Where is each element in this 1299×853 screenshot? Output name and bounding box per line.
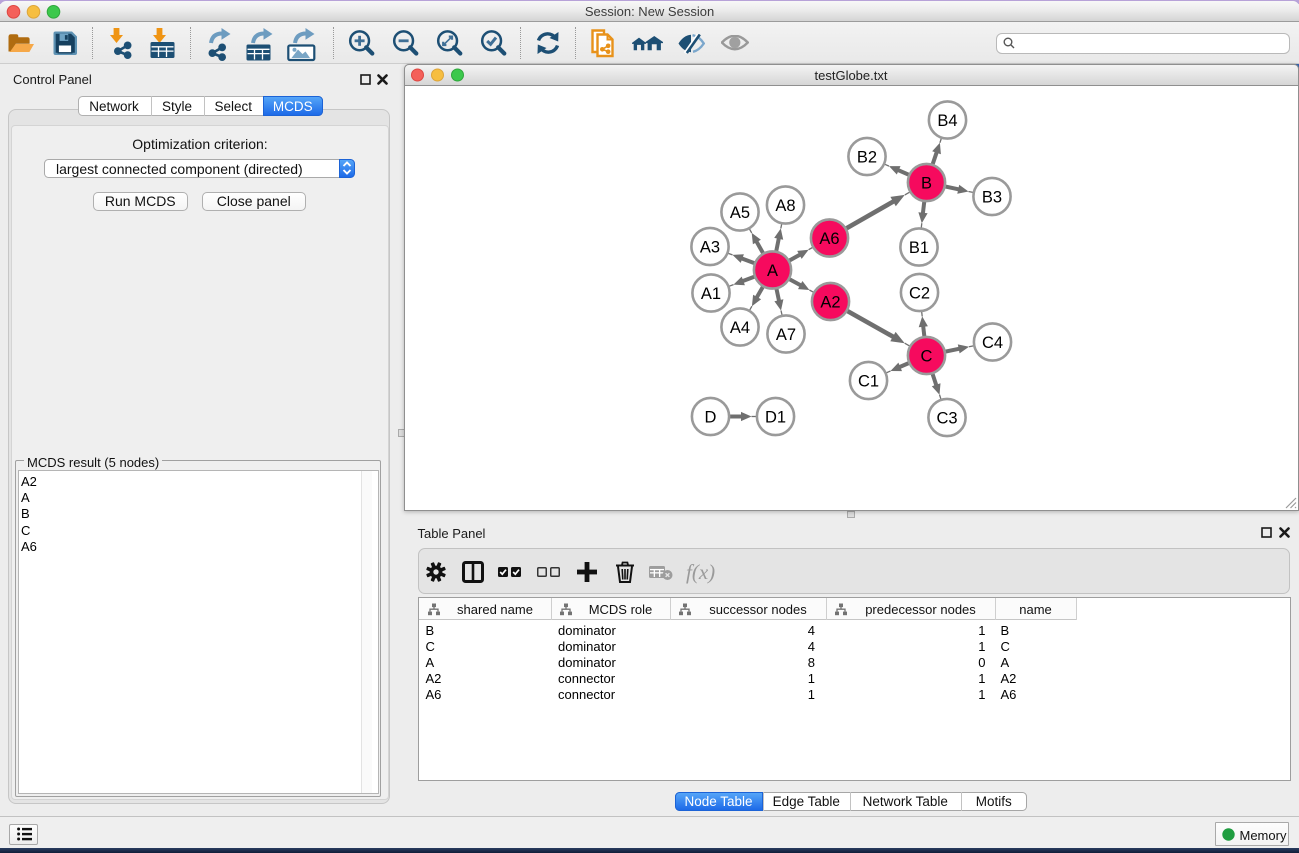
svg-text:D1: D1 — [765, 409, 786, 427]
svg-text:C2: C2 — [909, 285, 930, 303]
svg-text:C: C — [921, 348, 933, 366]
svg-text:B1: B1 — [909, 239, 929, 257]
svg-text:A8: A8 — [775, 197, 795, 215]
svg-text:A1: A1 — [701, 285, 721, 303]
svg-text:C4: C4 — [982, 334, 1003, 352]
svg-text:B3: B3 — [982, 189, 1002, 207]
svg-text:D: D — [705, 409, 717, 427]
svg-text:A5: A5 — [730, 204, 750, 222]
svg-text:A: A — [767, 262, 778, 280]
svg-text:A6: A6 — [819, 230, 839, 248]
svg-text:A2: A2 — [820, 294, 840, 312]
svg-text:A7: A7 — [776, 326, 796, 344]
svg-text:B2: B2 — [857, 149, 877, 167]
svg-text:B: B — [921, 175, 932, 193]
svg-text:A3: A3 — [700, 239, 720, 257]
svg-text:C3: C3 — [936, 410, 957, 428]
svg-text:C1: C1 — [858, 373, 879, 391]
svg-text:A4: A4 — [730, 319, 750, 337]
svg-text:B4: B4 — [937, 112, 957, 130]
